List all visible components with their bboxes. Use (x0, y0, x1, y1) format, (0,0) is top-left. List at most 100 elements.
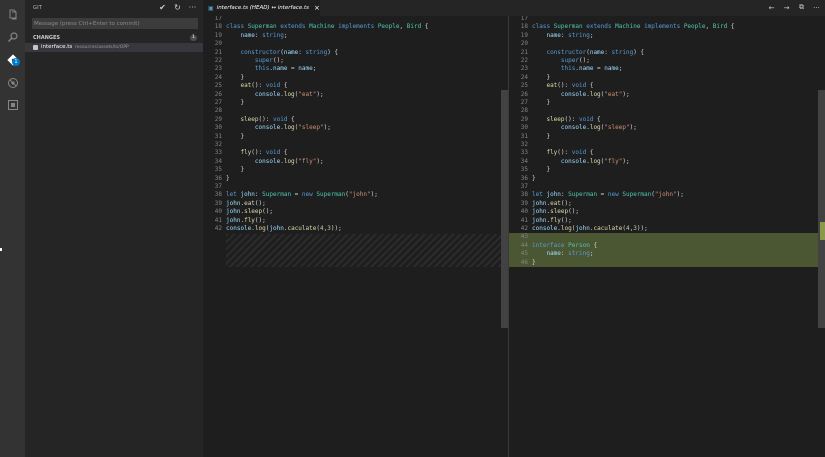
line-number: 21 (520, 48, 528, 56)
git-sidebar: GIT ✔ ↻ ··· CHANGES 1 interface.ts resou… (25, 0, 203, 457)
code-text: console.log(john.caculate(4,3)); (532, 225, 648, 232)
previous-change-icon[interactable]: ← (767, 3, 776, 12)
line-number: 32 (214, 141, 222, 148)
git-badge: 1 (12, 58, 20, 66)
next-change-icon[interactable]: → (782, 3, 791, 12)
diff-modified-editor[interactable]: 17 18 class Superman extends Machine imple… (508, 16, 825, 457)
scrollbar[interactable] (818, 90, 825, 328)
code-text: john.sleep(); (226, 208, 273, 216)
line-number: 18 (214, 23, 222, 31)
editor-tab-bar: ▣ interface.ts (HEAD) ↔ interface.ts × ←… (203, 0, 825, 16)
line-number: 21 (214, 48, 222, 56)
code-text: john.eat(); (226, 199, 266, 207)
line-number: 33 (520, 149, 528, 157)
code-line: 28 (203, 107, 508, 115)
code-text: } (532, 99, 551, 106)
open-file-icon[interactable]: ⧉ (797, 3, 806, 12)
line-number: 17 (520, 16, 528, 22)
diff-removed-placeholder (226, 234, 503, 267)
code-line: 17 (203, 16, 508, 23)
more-actions-icon[interactable]: ··· (188, 3, 197, 12)
line-number: 24 (520, 73, 528, 81)
code-line: 40 john.sleep(); (509, 208, 825, 216)
changed-file-path: resources/assets/ts/OPP (75, 45, 129, 50)
code-line: 23 this.name = name; (203, 65, 508, 73)
code-text: console.log("fly"); (254, 157, 324, 165)
line-number: 20 (214, 40, 222, 48)
code-text: } (226, 132, 245, 140)
line-number: 40 (520, 208, 528, 216)
code-line: 29 sleep(): void { (203, 116, 508, 124)
line-number: 43 (520, 233, 528, 241)
line-number: 31 (520, 132, 528, 140)
line-number: 36 (520, 174, 528, 182)
line-number: 42 (520, 225, 528, 232)
added-code-line: 44 interface Person { (509, 241, 825, 251)
code-line: 22 super(); (203, 57, 508, 65)
line-number: 22 (214, 57, 222, 64)
code-line: 36} (509, 175, 825, 183)
line-number: 24 (214, 73, 222, 81)
code-line: 41 john.fly(); (203, 217, 508, 225)
line-number: 33 (214, 149, 222, 157)
line-number: 32 (520, 141, 528, 148)
code-text: } (226, 174, 230, 182)
line-number: 37 (214, 183, 222, 190)
diff-original-editor[interactable]: 17 18 class Superman extends Machine imple… (203, 16, 508, 457)
code-line: 35 } (509, 166, 825, 174)
code-text: let john: Superman = new Superman("john"… (226, 191, 378, 199)
code-text: } (532, 132, 551, 140)
line-number: 34 (520, 157, 528, 165)
code-text: john.sleep(); (532, 208, 579, 216)
commit-message-input[interactable] (32, 18, 198, 29)
code-line: 37 (203, 183, 508, 191)
line-number: 41 (214, 216, 222, 224)
code-line: 31 } (509, 133, 825, 141)
changes-count-badge: 1 (190, 34, 197, 41)
changed-file-name: interface.ts (41, 44, 73, 50)
changed-file-item[interactable]: interface.ts resources/assets/ts/OPP (25, 43, 203, 52)
commit-check-icon[interactable]: ✔ (158, 3, 167, 12)
code-text: sleep(): void { (546, 115, 601, 123)
activity-bar: 1 (0, 0, 25, 457)
code-line: 22 super(); (509, 57, 825, 65)
code-line: 42 console.log(john.caculate(4,3)); (509, 225, 825, 233)
code-line: 40 john.sleep(); (203, 208, 508, 216)
code-line: 18 class Superman extends Machine impleme… (509, 23, 825, 31)
line-number: 19 (214, 31, 222, 39)
code-text: eat(): void { (546, 82, 594, 90)
line-number: 39 (520, 199, 528, 207)
code-text: john.fly(); (532, 216, 572, 224)
line-number: 28 (520, 107, 528, 115)
more-actions-icon[interactable]: ··· (812, 3, 821, 12)
code-text: sleep(): void { (240, 115, 295, 123)
code-line: 24 } (203, 74, 508, 82)
code-line: 21 constructor(name: string) { (203, 49, 508, 57)
refresh-icon[interactable]: ↻ (173, 3, 182, 12)
changes-header[interactable]: CHANGES 1 (25, 33, 203, 42)
code-line: 38 let john: Superman = new Superman("joh… (203, 191, 508, 199)
scrollbar[interactable] (501, 90, 508, 328)
code-text: constructor(name: string) { (240, 48, 339, 56)
line-number: 31 (214, 132, 222, 140)
close-icon[interactable]: × (314, 4, 320, 12)
code-text: super(); (560, 57, 590, 64)
code-text: class Superman extends Machine implement… (532, 23, 735, 31)
line-number: 39 (214, 199, 222, 207)
search-icon[interactable] (5, 29, 20, 44)
code-line: 31 } (203, 133, 508, 141)
code-text: john.eat(); (532, 199, 572, 207)
code-text: name: string; (240, 31, 288, 39)
line-number: 37 (520, 183, 528, 190)
code-text: } (226, 166, 245, 174)
debug-icon[interactable] (5, 75, 20, 90)
code-text: } (532, 258, 536, 266)
code-line: 19 name: string; (203, 32, 508, 40)
code-text: } (226, 73, 245, 81)
explorer-icon[interactable] (5, 7, 20, 22)
line-number: 26 (214, 90, 222, 98)
code-text: interface Person { (532, 241, 598, 249)
tab-interface-diff[interactable]: ▣ interface.ts (HEAD) ↔ interface.ts × (203, 0, 320, 16)
extensions-icon[interactable] (5, 97, 20, 112)
code-line: 19 name: string; (509, 32, 825, 40)
